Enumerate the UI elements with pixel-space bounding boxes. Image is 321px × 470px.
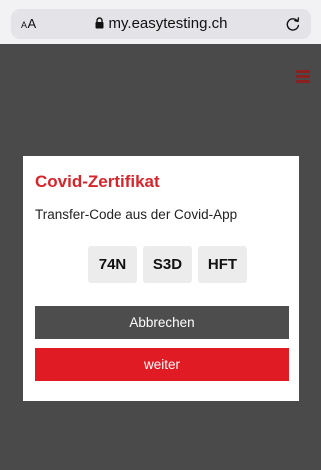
url-display[interactable]: my.easytesting.ch [11,15,311,32]
cancel-button[interactable]: Abbrechen [35,306,289,339]
url-text: my.easytesting.ch [108,15,228,32]
transfer-code-part-3: HFT [198,246,247,283]
lock-icon [95,17,104,29]
browser-address-bar: AA my.easytesting.ch [0,0,321,44]
transfer-code: 74N S3D HFT [88,246,247,283]
url-field[interactable]: AA my.easytesting.ch [11,9,311,39]
transfer-code-part-2: S3D [143,246,192,283]
reload-icon[interactable] [284,15,302,33]
dialog-title: Covid-Zertifikat [35,172,160,191]
covid-certificate-dialog: Covid-Zertifikat Transfer-Code aus der C… [23,156,299,401]
dialog-subtitle: Transfer-Code aus der Covid-App [35,207,238,222]
next-button[interactable]: weiter [35,348,289,381]
screen: AA my.easytesting.ch Covid-Zertifikat Tr… [0,0,321,470]
hamburger-icon[interactable] [296,70,310,84]
transfer-code-part-1: 74N [88,246,137,283]
